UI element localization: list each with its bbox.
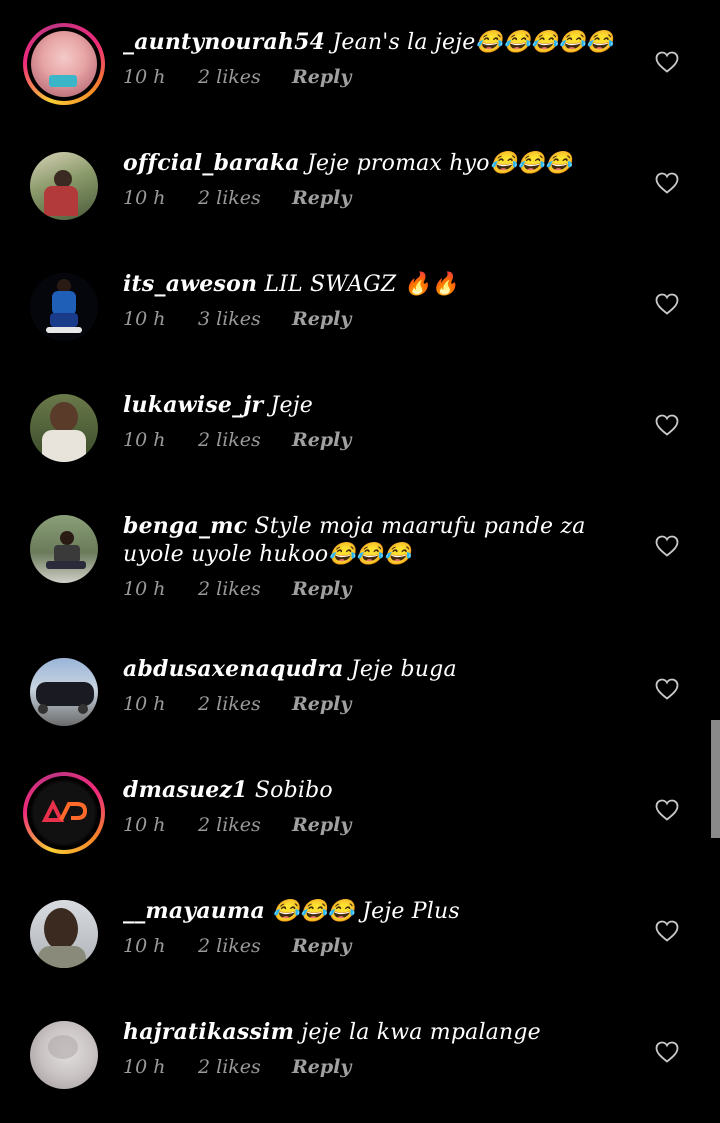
comment-username[interactable]: benga_mc bbox=[123, 513, 247, 539]
heart-outline-icon[interactable] bbox=[655, 414, 679, 436]
comment-text: hajratikassim jeje la kwa mpalange bbox=[123, 1018, 633, 1047]
avatar bbox=[31, 780, 97, 846]
avatar[interactable] bbox=[30, 394, 98, 462]
comment-time: 10 h bbox=[123, 814, 166, 836]
comment-likes[interactable]: 3 likes bbox=[198, 308, 292, 330]
comment-username[interactable]: abdusaxenaqudra bbox=[123, 656, 344, 682]
avatar[interactable] bbox=[30, 900, 98, 968]
comment-text: __mayauma 😂😂😂 Jeje Plus bbox=[123, 897, 633, 926]
comment-username[interactable]: __mayauma bbox=[123, 898, 265, 924]
reply-button[interactable]: Reply bbox=[292, 308, 351, 330]
comment-text: _auntynourah54 Jean's la jeje😂😂😂😂😂 bbox=[123, 28, 633, 57]
comment-username[interactable]: hajratikassim bbox=[123, 1019, 294, 1045]
comment-meta: 10 h 2 likes Reply bbox=[123, 578, 633, 600]
comment-username[interactable]: lukawise_jr bbox=[123, 392, 263, 418]
heart-outline-icon[interactable] bbox=[655, 1041, 679, 1063]
comment-body: 😂😂😂 Jeje Plus bbox=[272, 899, 460, 924]
reply-button[interactable]: Reply bbox=[292, 1056, 351, 1078]
comment-likes[interactable]: 2 likes bbox=[198, 429, 292, 451]
comment-likes[interactable]: 2 likes bbox=[198, 814, 292, 836]
comment-time: 10 h bbox=[123, 308, 166, 330]
comment-meta: 10 h 2 likes Reply bbox=[123, 429, 633, 451]
comment-time: 10 h bbox=[123, 693, 166, 715]
comment-time: 10 h bbox=[123, 1056, 166, 1078]
comment-text: benga_mc Style moja maarufu pande za uyo… bbox=[123, 512, 633, 569]
heart-outline-icon[interactable] bbox=[655, 293, 679, 315]
comment-body: Jeje promax hyo😂😂😂 bbox=[306, 151, 573, 176]
reply-button[interactable]: Reply bbox=[292, 187, 351, 209]
comment-meta: 10 h 3 likes Reply bbox=[123, 308, 633, 330]
comment-username[interactable]: its_aweson bbox=[123, 271, 257, 297]
comment-body: Sobibo bbox=[254, 778, 333, 803]
heart-outline-icon[interactable] bbox=[655, 172, 679, 194]
comment-body: jeje la kwa mpalange bbox=[301, 1020, 541, 1045]
comment-text: dmasuez1 Sobibo bbox=[123, 776, 633, 805]
comment-meta: 10 h 2 likes Reply bbox=[123, 935, 633, 957]
reply-button[interactable]: Reply bbox=[292, 814, 351, 836]
reply-button[interactable]: Reply bbox=[292, 66, 351, 88]
comment-body: Jeje bbox=[270, 393, 313, 418]
reply-button[interactable]: Reply bbox=[292, 935, 351, 957]
comment-text: abdusaxenaqudra Jeje buga bbox=[123, 655, 633, 684]
comment-body: Jean's la jeje😂😂😂😂😂 bbox=[332, 30, 614, 55]
comment-likes[interactable]: 2 likes bbox=[198, 66, 292, 88]
comment-username[interactable]: _auntynourah54 bbox=[123, 29, 325, 55]
comment-meta: 10 h 2 likes Reply bbox=[123, 1056, 633, 1078]
comment-username[interactable]: dmasuez1 bbox=[123, 777, 248, 803]
comment-likes[interactable]: 2 likes bbox=[198, 187, 292, 209]
avatar[interactable] bbox=[30, 515, 98, 583]
avatar-story-ring[interactable] bbox=[23, 23, 105, 105]
comment-text: its_aweson LIL SWAGZ 🔥🔥 bbox=[123, 270, 633, 299]
comment-meta: 10 h 2 likes Reply bbox=[123, 187, 633, 209]
comment-time: 10 h bbox=[123, 429, 166, 451]
brand-logo-icon bbox=[33, 782, 95, 844]
comment-likes[interactable]: 2 likes bbox=[198, 578, 292, 600]
avatar[interactable] bbox=[30, 152, 98, 220]
comment-time: 10 h bbox=[123, 187, 166, 209]
reply-button[interactable]: Reply bbox=[292, 693, 351, 715]
avatar-story-ring[interactable] bbox=[23, 772, 105, 854]
comment-body: LIL SWAGZ 🔥🔥 bbox=[264, 272, 459, 297]
avatar[interactable] bbox=[30, 273, 98, 341]
avatar bbox=[31, 31, 97, 97]
comment-text: offcial_baraka Jeje promax hyo😂😂😂 bbox=[123, 149, 633, 178]
avatar[interactable] bbox=[30, 658, 98, 726]
comment-time: 10 h bbox=[123, 66, 166, 88]
comment-text: lukawise_jr Jeje bbox=[123, 391, 633, 420]
comment-likes[interactable]: 2 likes bbox=[198, 1056, 292, 1078]
comment-meta: 10 h 2 likes Reply bbox=[123, 693, 633, 715]
comment-meta: 10 h 2 likes Reply bbox=[123, 814, 633, 836]
reply-button[interactable]: Reply bbox=[292, 578, 351, 600]
comments-list: _auntynourah54 Jean's la jeje😂😂😂😂😂 10 h … bbox=[0, 0, 720, 1123]
comment-time: 10 h bbox=[123, 935, 166, 957]
scrollbar-thumb[interactable] bbox=[711, 720, 720, 838]
heart-outline-icon[interactable] bbox=[655, 920, 679, 942]
heart-outline-icon[interactable] bbox=[655, 535, 679, 557]
comment-likes[interactable]: 2 likes bbox=[198, 935, 292, 957]
comment-likes[interactable]: 2 likes bbox=[198, 693, 292, 715]
heart-outline-icon[interactable] bbox=[655, 678, 679, 700]
comment-body: Jeje buga bbox=[350, 657, 457, 682]
reply-button[interactable]: Reply bbox=[292, 429, 351, 451]
comment-meta: 10 h 2 likes Reply bbox=[123, 66, 633, 88]
avatar[interactable] bbox=[30, 1021, 98, 1089]
comment-time: 10 h bbox=[123, 578, 166, 600]
heart-outline-icon[interactable] bbox=[655, 51, 679, 73]
heart-outline-icon[interactable] bbox=[655, 799, 679, 821]
comment-username[interactable]: offcial_baraka bbox=[123, 150, 300, 176]
